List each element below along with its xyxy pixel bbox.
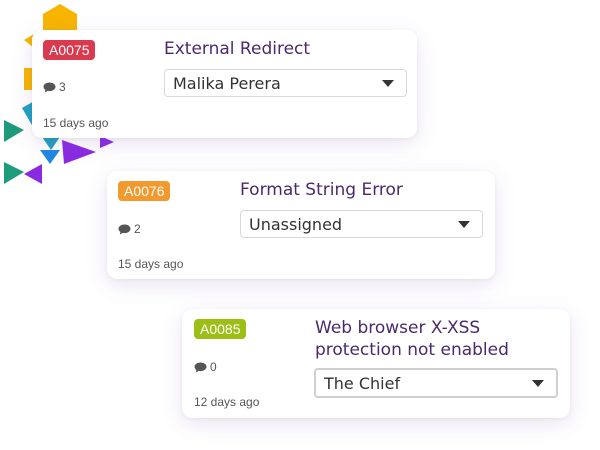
- assignee-dropdown[interactable]: Malika Perera: [164, 69, 407, 97]
- ticket-title[interactable]: Web browser X-XSS protection not enabled: [315, 317, 545, 361]
- comment-count: 2: [118, 222, 141, 236]
- ticket-card[interactable]: A0085 Web browser X-XSS protection not e…: [182, 309, 570, 418]
- assignee-dropdown[interactable]: Unassigned: [240, 210, 483, 238]
- comment-bubble-icon: [194, 362, 207, 372]
- caret-down-icon: [382, 80, 394, 87]
- ticket-age: 15 days ago: [118, 257, 184, 271]
- assignee-value: The Chief: [324, 373, 401, 393]
- ticket-card[interactable]: A0075 External Redirect 3 15 days ago Ma…: [32, 30, 417, 138]
- comment-count-value: 2: [134, 222, 141, 236]
- ticket-age: 15 days ago: [43, 116, 109, 130]
- ticket-title[interactable]: Format String Error: [240, 179, 403, 201]
- ticket-title[interactable]: External Redirect: [164, 38, 310, 60]
- comment-bubble-icon: [118, 224, 131, 234]
- ticket-id-badge: A0075: [43, 40, 96, 60]
- ticket-id-badge: A0076: [118, 181, 171, 201]
- assignee-value: Unassigned: [249, 214, 343, 234]
- comment-bubble-icon: [43, 82, 56, 92]
- caret-down-icon: [458, 221, 470, 228]
- ticket-age: 12 days ago: [194, 395, 260, 409]
- assignee-dropdown[interactable]: The Chief: [314, 368, 558, 398]
- assignee-value: Malika Perera: [173, 73, 281, 93]
- ticket-card[interactable]: A0076 Format String Error 2 15 days ago …: [107, 171, 495, 279]
- comment-count: 0: [194, 360, 217, 374]
- ticket-id-badge: A0085: [194, 319, 247, 339]
- comment-count-value: 0: [210, 360, 217, 374]
- caret-down-icon: [532, 380, 544, 387]
- comment-count: 3: [43, 80, 66, 94]
- comment-count-value: 3: [59, 80, 66, 94]
